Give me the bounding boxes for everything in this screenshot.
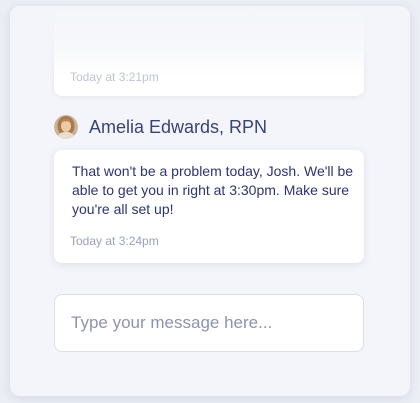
- avatar[interactable]: [54, 115, 78, 139]
- sender-name: Amelia Edwards, RPN: [89, 116, 268, 137]
- previous-message-text: [70, 6, 350, 22]
- message-text: That won't be a problem today, Josh. We'…: [72, 163, 354, 217]
- chat-panel: Today at 3:21pm Amelia Edwards, RPN That…: [10, 6, 410, 396]
- previous-message-timestamp: Today at 3:21pm: [70, 70, 159, 84]
- message-input[interactable]: [55, 295, 363, 351]
- previous-message-bubble: Today at 3:21pm: [54, 6, 364, 96]
- avatar-image: [54, 115, 78, 139]
- message-sender: Amelia Edwards, RPN: [54, 114, 267, 140]
- message-bubble: That won't be a problem today, Josh. We'…: [54, 150, 364, 263]
- message-input-box[interactable]: [54, 294, 364, 352]
- message-timestamp: Today at 3:24pm: [70, 234, 159, 248]
